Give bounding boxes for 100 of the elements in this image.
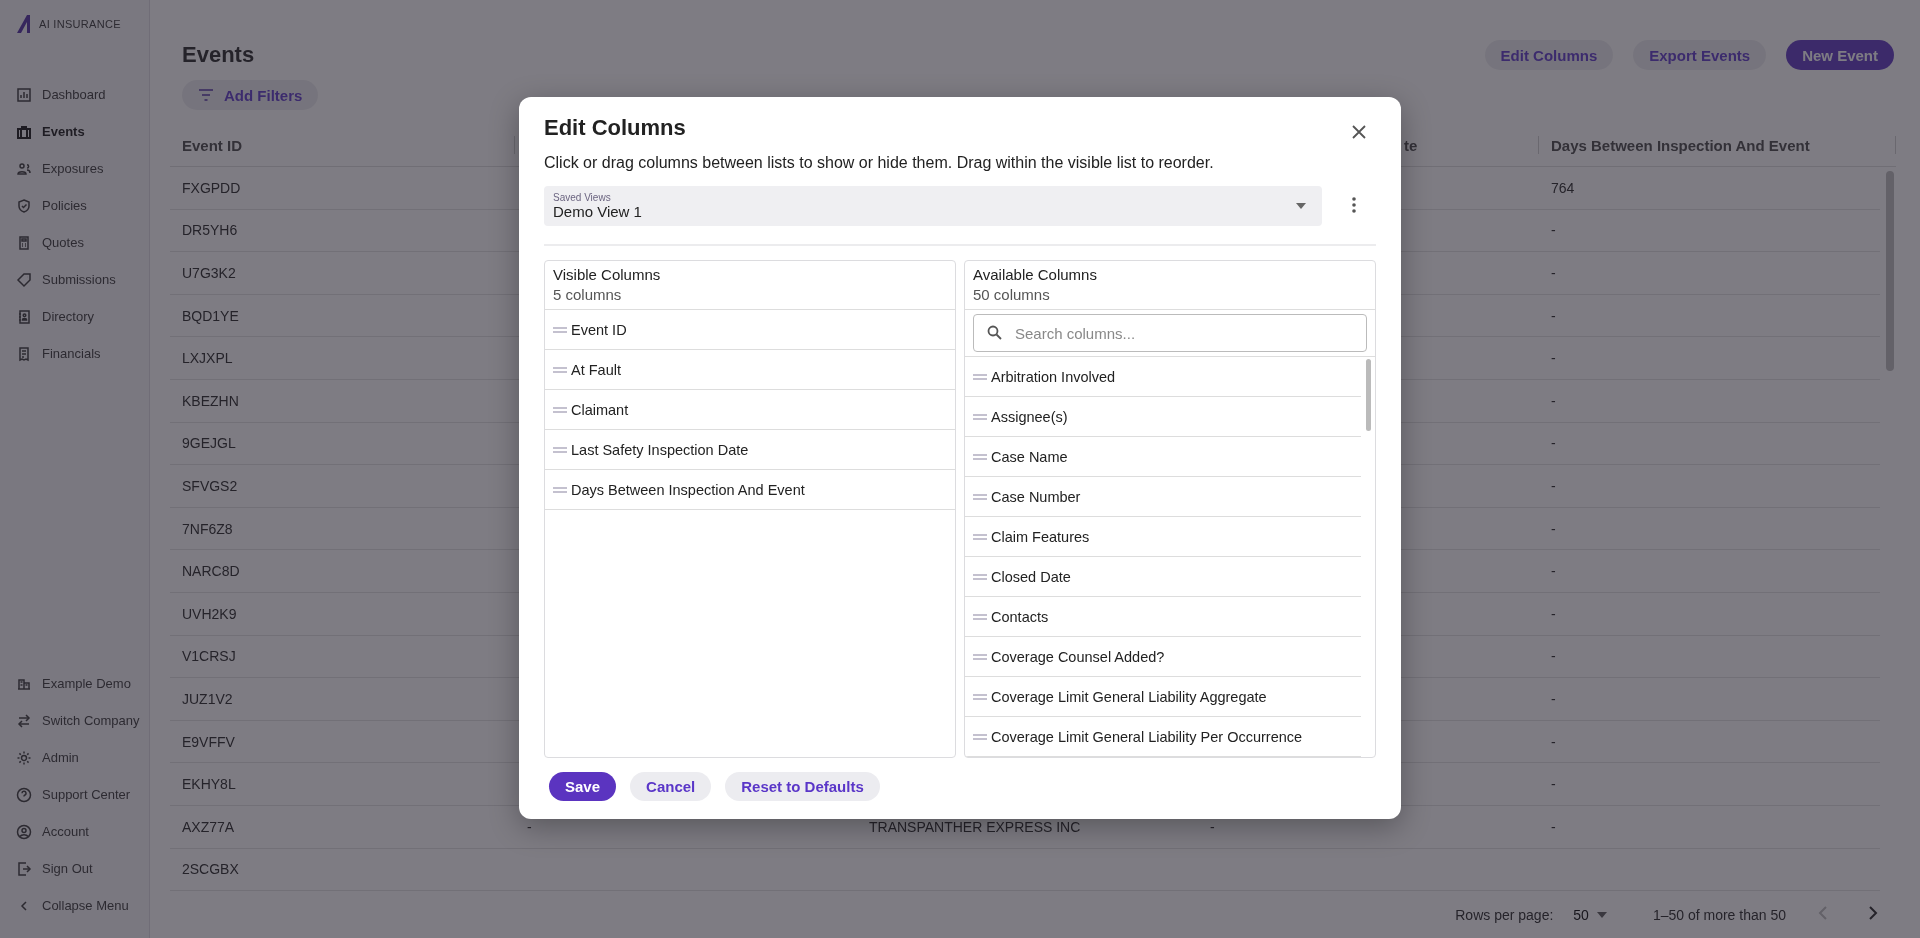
table-cell: - [1551, 563, 1556, 580]
table-cell: AXZ77A [182, 818, 235, 835]
sidebar-item[interactable]: Submissions [16, 261, 149, 298]
action-button[interactable]: New Event [1786, 40, 1894, 71]
table-cell: FXGPDD [182, 179, 241, 196]
column-list-item[interactable]: Case Name [965, 437, 1361, 477]
dialog-button[interactable]: Save [549, 772, 617, 801]
action-button[interactable]: Edit Columns [1484, 40, 1614, 71]
column-list-item[interactable]: Event ID [545, 310, 955, 350]
sidebar-item[interactable]: Dashboard [16, 76, 149, 113]
column-list-item[interactable]: Claimant [545, 390, 955, 430]
table-cell: - [1551, 605, 1556, 622]
table-cell: - [1551, 776, 1556, 793]
column-list-item[interactable]: Coverage Counsel Added? [965, 637, 1361, 677]
scrollbar[interactable] [1886, 171, 1894, 372]
contact-book-icon [16, 308, 32, 325]
sidebar-item[interactable]: Collapse Menu [16, 887, 149, 924]
sidebar-item[interactable]: Policies [16, 187, 149, 224]
table-cell: - [1551, 392, 1556, 409]
rows-per-page-select[interactable]: 50 [1567, 905, 1613, 924]
table-cell: 7NF6Z8 [182, 520, 233, 537]
drag-handle-icon [973, 373, 987, 380]
table-cell: LXJXPL [182, 350, 233, 367]
sidebar-item[interactable]: Example Demo [16, 665, 149, 702]
page-title: Events [182, 42, 255, 69]
column-list-item[interactable]: Case Number [965, 477, 1361, 517]
action-button[interactable]: Export Events [1633, 40, 1767, 71]
sidebar-item[interactable]: Financials [16, 335, 149, 372]
drag-handle-icon [553, 446, 567, 453]
shield-icon [16, 197, 32, 214]
column-list-item[interactable]: Contacts [965, 597, 1361, 637]
more-vertical-icon [1352, 196, 1356, 213]
drag-handle-icon [973, 453, 987, 460]
sidebar-item[interactable]: Sign Out [16, 850, 149, 887]
sidebar-item[interactable]: Events [16, 113, 149, 150]
column-list-item[interactable]: Claim Features [965, 517, 1361, 557]
dialog-title: Edit Columns [544, 115, 686, 141]
dialog-description: Click or drag columns between lists to show or hide them. Drag within the visible list to reorder. [544, 154, 1215, 172]
drag-handle-icon [973, 733, 987, 740]
table-cell: EKHY8L [182, 776, 236, 793]
table-cell: - [1551, 648, 1556, 665]
table-cell: 9GEJGL [182, 435, 236, 452]
saved-views-select[interactable]: Saved Views Demo View 1 [544, 186, 1322, 226]
rows-per-page-label: Rows per page: [1455, 906, 1554, 923]
briefcase-icon [16, 123, 32, 140]
swap-arrows-icon [16, 712, 32, 729]
search-field[interactable]: Search columns... [973, 314, 1367, 352]
table-cell: - [1551, 520, 1556, 537]
column-list-item[interactable]: At Fault [545, 350, 955, 390]
sidebar-item[interactable]: Switch Company [16, 702, 149, 739]
column-list-item[interactable]: Coverage Limit General Liability Aggregate [965, 677, 1361, 717]
column-count: 50 columns [973, 286, 1051, 303]
drag-handle-icon [973, 533, 987, 540]
tag-icon [16, 271, 32, 288]
dialog-button[interactable]: Cancel [630, 772, 712, 801]
calculator-icon [16, 234, 32, 251]
column-header: Days Between Inspection And Event [1551, 136, 1810, 154]
sidebar-item[interactable]: Exposures [16, 150, 149, 187]
close-icon [1352, 125, 1366, 139]
sidebar-item[interactable]: Admin [16, 739, 149, 776]
panel-title: Visible Columns [553, 266, 662, 283]
table-cell: SFVGS2 [182, 478, 238, 494]
table-cell: TRANSPANTHER EXPRESS INC [869, 818, 1081, 835]
table-cell: - [1551, 435, 1556, 452]
drag-handle-icon [553, 326, 567, 333]
column-list-item[interactable]: Arbitration Involved [965, 357, 1361, 397]
receipt-icon [16, 345, 32, 362]
logo-text: AI INSURANCE [39, 18, 121, 30]
table-cell: - [1551, 222, 1556, 239]
drag-handle-icon [973, 493, 987, 500]
sidebar-item[interactable]: Quotes [16, 224, 149, 261]
drag-handle-icon [973, 613, 987, 620]
scrollbar[interactable] [1366, 359, 1371, 431]
table-cell: 764 [1551, 179, 1575, 196]
bar-chart-icon [16, 86, 32, 103]
sidebar-item[interactable]: Directory [16, 298, 149, 335]
column-list-item[interactable]: Assignee(s) [965, 397, 1361, 437]
column-list-item[interactable]: Days Between Inspection And Event [545, 470, 955, 510]
table-cell: - [1551, 691, 1556, 707]
dialog-button[interactable]: Reset to Defaults [725, 772, 880, 801]
drag-handle-icon [973, 693, 987, 700]
panel-title: Available Columns [973, 266, 1098, 283]
add-filters-button[interactable]: Add Filters [182, 80, 319, 111]
table-cell: KBEZHN [182, 392, 239, 409]
sidebar-item[interactable]: Support Center [16, 776, 149, 813]
drag-handle-icon [553, 486, 567, 493]
table-cell: UVH2K9 [182, 605, 237, 622]
table-cell: E9VFFV [182, 733, 235, 750]
drag-handle-icon [553, 406, 567, 413]
column-list-item[interactable]: Coverage Limit General Liability Per Occurrence [965, 717, 1361, 757]
column-header: te [1404, 136, 1418, 154]
table-cell: - [1210, 818, 1215, 835]
column-list-item[interactable]: Last Safety Inspection Date [545, 430, 955, 470]
sidebar-item[interactable]: Account [16, 813, 149, 850]
table-cell: - [1551, 265, 1556, 282]
table-cell: - [1551, 307, 1556, 324]
column-list-item[interactable]: Closed Date [965, 557, 1361, 597]
column-count: 5 columns [553, 286, 623, 303]
drag-handle-icon [553, 366, 567, 373]
settings-icon [16, 749, 32, 766]
